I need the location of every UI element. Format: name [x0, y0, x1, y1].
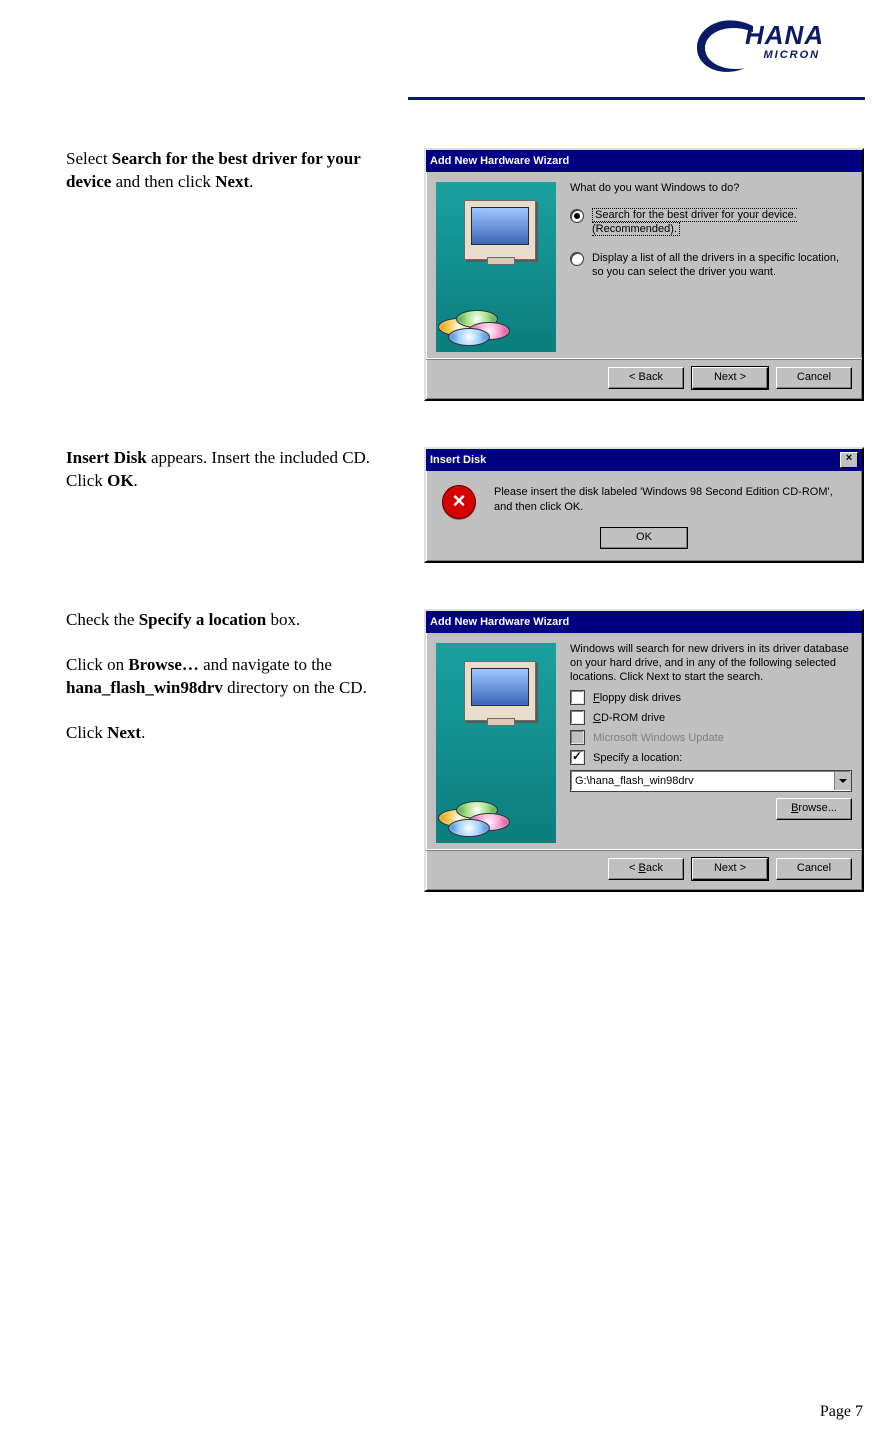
- instruction-item: Click Next.: [38, 722, 408, 745]
- instruction-item: Check the Specify a location box.: [38, 609, 408, 632]
- wizard2-desc: Windows will search for new drivers in i…: [570, 643, 852, 684]
- close-icon[interactable]: ×: [840, 452, 858, 468]
- wizard1-prompt: What do you want Windows to do?: [570, 182, 852, 194]
- page-number: Page 7: [820, 1403, 863, 1421]
- checkbox-specify-location[interactable]: [570, 750, 585, 765]
- wizard1-title: Add New Hardware Wizard: [430, 155, 569, 167]
- wizard-graphic-icon: [436, 643, 556, 843]
- checkbox-floppy-label: Floppy disk drives: [593, 692, 681, 704]
- brand-logo: HANA MICRON: [695, 18, 865, 74]
- insert-disk-message: Please insert the disk labeled 'Windows …: [494, 485, 846, 515]
- logo-text-micron: MICRON: [745, 50, 824, 61]
- step-row-3: Check the Specify a location box. Click …: [38, 609, 865, 892]
- error-icon: ×: [442, 485, 476, 519]
- checkbox-cdrom-label: CD-ROM drive: [593, 712, 665, 724]
- step-row-1: Select Search for the best driver for yo…: [38, 148, 865, 401]
- radio-search-best-label: Search for the best driver for your devi…: [592, 208, 797, 236]
- location-path: G:\hana_flash_win98drv: [571, 775, 834, 787]
- radio-display-list-label: Display a list of all the drivers in a s…: [592, 251, 852, 280]
- back-button[interactable]: < Back: [608, 858, 684, 880]
- bullet-icon: [38, 148, 66, 151]
- page-header: HANA MICRON: [38, 18, 865, 100]
- instruction-item: Select Search for the best driver for yo…: [38, 148, 408, 194]
- wizard-graphic-icon: [436, 182, 556, 352]
- browse-button[interactable]: Browse...: [776, 798, 852, 820]
- next-button[interactable]: Next >: [692, 367, 768, 389]
- wizard-dialog-1: Add New Hardware Wizard What do you want…: [424, 148, 864, 401]
- checkbox-cdrom[interactable]: [570, 710, 585, 725]
- next-button[interactable]: Next >: [692, 858, 768, 880]
- cancel-button[interactable]: Cancel: [776, 858, 852, 880]
- location-combobox[interactable]: G:\hana_flash_win98drv: [570, 770, 852, 792]
- radio-search-best[interactable]: [570, 209, 584, 223]
- header-divider: [408, 97, 865, 100]
- checkbox-msupdate: [570, 730, 585, 745]
- ok-button[interactable]: OK: [600, 527, 688, 549]
- back-button[interactable]: < Back: [608, 367, 684, 389]
- checkbox-msupdate-label: Microsoft Windows Update: [593, 732, 724, 744]
- checkbox-floppy[interactable]: [570, 690, 585, 705]
- wizard2-title: Add New Hardware Wizard: [430, 616, 569, 628]
- chevron-down-icon[interactable]: [834, 772, 851, 790]
- wizard-dialog-2: Add New Hardware Wizard Windows will sea…: [424, 609, 864, 892]
- cancel-button[interactable]: Cancel: [776, 367, 852, 389]
- insert-disk-dialog: Insert Disk × × Please insert the disk l…: [424, 447, 864, 563]
- instruction-item: Insert Disk appears. Insert the included…: [38, 447, 408, 493]
- insert-disk-title: Insert Disk: [430, 454, 486, 466]
- logo-text-hana: HANA: [745, 22, 824, 48]
- radio-display-list[interactable]: [570, 252, 584, 266]
- instruction-item: Click on Browse… and navigate to the han…: [38, 654, 408, 700]
- bullet-icon: [38, 447, 66, 450]
- checkbox-specify-location-label: Specify a location:: [593, 752, 682, 764]
- bullet-icon: [38, 654, 66, 657]
- bullet-icon: [38, 722, 66, 725]
- step-row-2: Insert Disk appears. Insert the included…: [38, 447, 865, 563]
- bullet-icon: [38, 609, 66, 612]
